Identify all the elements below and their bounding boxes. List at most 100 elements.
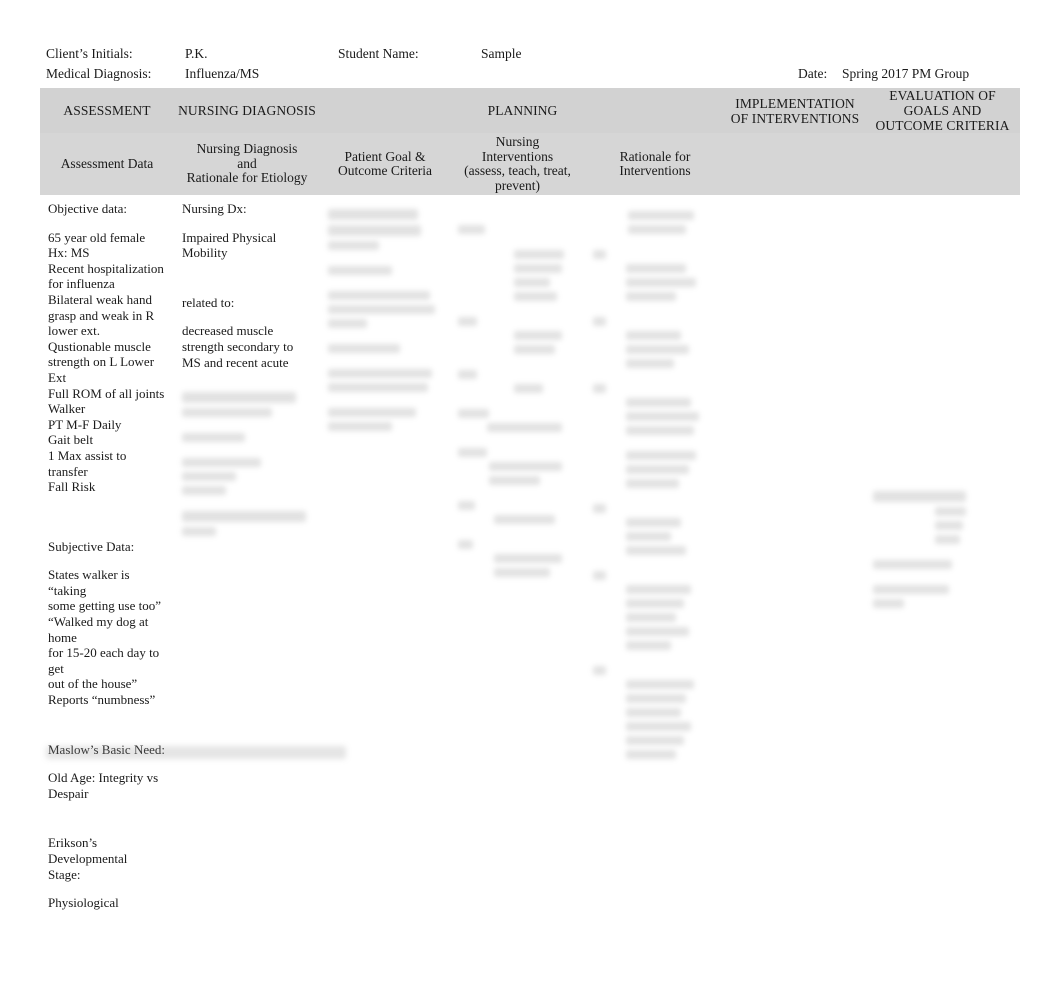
objective-item: 1 Max assist to transfer [48,447,127,479]
cell-nursing-diagnosis: Nursing Dx: Impaired Physical Mobility r… [174,195,320,911]
redacted-block [328,209,444,250]
medical-diagnosis-value: Influenza/MS [185,66,260,81]
subheader-nursing-interventions: Nursing Interventions (assess, teach, tr… [450,133,585,195]
date-label: Date: [798,66,828,81]
subjective-item: Reports “numbness” [48,692,156,708]
redacted-content-diagnosis [182,392,314,537]
patient-identification-block: Client’s Initials: P.K. Student Name: Sa… [46,44,1018,84]
subheader-interventions-line3: (assess, teach, treat, [464,163,571,178]
maslow-item: Despair [48,785,89,801]
maslow-list: Old Age: Integrity vs Despair [48,770,168,801]
erikson-label-line1: Erikson’s Developmental [48,835,128,866]
etiology-statement: decreased muscle strength secondary to M… [182,323,314,370]
redacted-content-goal [328,209,444,431]
subheader-assessment-data: Assessment Data [40,133,174,195]
subjective-item: for 15-20 each day to get [48,645,160,676]
medical-diagnosis-label: Medical Diagnosis: [46,66,152,81]
header-implementation-line1: IMPLEMENTATION [735,95,855,111]
etiology-line2: strength secondary to [182,338,294,354]
subheader-rationale-line2: Interventions [619,163,691,178]
table-sub-header-row: Assessment Data Nursing Diagnosis and Ra… [40,133,1020,195]
redacted-block [458,409,579,432]
redacted-block [593,571,719,650]
objective-item: Fall Risk [48,479,96,495]
subjective-item: States walker is “taking [48,567,130,598]
id-row-2: Medical Diagnosis: Influenza/MS Date: Sp… [46,64,1018,84]
footer-redacted-note [46,746,346,759]
redacted-content-interventions [458,225,579,577]
header-implementation-line2: OF INTERVENTIONS [730,110,860,126]
student-name-label: Student Name: [338,46,419,61]
nursing-dx-line2: Mobility [182,245,228,261]
subjective-item: “Walked my dog at home [48,614,149,645]
nursing-dx-line1: Impaired Physical [182,229,277,245]
redacted-block [458,540,579,577]
subheader-implementation [725,133,865,195]
redacted-block [593,451,719,488]
subheader-rationale: Rationale for Interventions [585,133,725,195]
objective-item: PT M-F Daily [48,416,122,432]
erikson-stage-label: Erikson’s Developmental Stage: [48,835,168,882]
subheader-evaluation [865,133,1020,195]
objective-item: Bilateral weak hand [48,291,152,307]
etiology-line1: decreased muscle [182,323,274,339]
etiology-line3: MS and recent acute [182,354,289,370]
objective-data-list: 65 year old female Hx: MS Recent hospita… [48,230,168,495]
care-plan-page: Client’s Initials: P.K. Student Name: Sa… [0,0,1062,1006]
objective-item: strength on L Lower Ext [48,354,155,385]
cell-evaluation [865,195,1020,911]
redacted-block [328,369,444,392]
cell-nursing-interventions [450,195,585,911]
redacted-block [593,504,719,555]
related-to-label: related to: [182,294,235,310]
id-row-1: Client’s Initials: P.K. Student Name: Sa… [46,44,1018,64]
subheader-interventions-line1: Nursing [495,134,540,149]
header-evaluation-line3: OUTCOME CRITERIA [875,118,1010,133]
redacted-block [458,250,579,301]
redacted-block [593,384,719,435]
student-name-value: Sample [481,46,522,61]
redacted-block [593,666,719,759]
maslow-item: Old Age: Integrity vs [48,770,159,786]
redacted-block [182,392,314,418]
erikson-list: Physiological [48,895,168,911]
objective-item: grasp and weak in R [48,307,155,323]
nursing-dx-label: Nursing Dx: [182,201,247,216]
redacted-block [458,501,579,524]
subjective-item: some getting use too” [48,598,162,614]
subheader-diagnosis-line2: and [237,155,257,171]
cell-rationale-interventions [585,195,725,911]
client-initials-label: Client’s Initials: [46,46,133,61]
redacted-content-rationale [593,211,719,759]
redacted-block [873,585,1014,608]
objective-item: Gait belt [48,432,94,448]
header-evaluation: EVALUATION OF GOALS AND OUTCOME CRITERIA [865,88,1020,133]
redacted-block [458,225,579,234]
redacted-block [328,291,444,328]
redacted-block [182,433,314,443]
objective-item: 65 year old female [48,229,146,245]
redacted-block [328,344,444,353]
objective-item: Recent hospitalization [48,260,164,276]
redacted-block [458,370,579,393]
table-body-row: Objective data: 65 year old female Hx: M… [40,195,1020,911]
redacted-block [593,250,719,301]
objective-item: Hx: MS [48,245,90,261]
redacted-block [328,408,444,431]
redacted-block [873,491,1014,544]
erikson-item: Physiological [48,895,119,911]
redacted-block [458,448,579,485]
date-value: Spring 2017 PM Group [842,66,970,81]
redacted-block [593,211,719,234]
redacted-block [328,266,444,275]
subheader-interventions-line2: Interventions [481,148,554,164]
objective-data-label: Objective data: [48,201,128,216]
subheader-diagnosis-line1: Nursing Diagnosis [196,141,298,157]
